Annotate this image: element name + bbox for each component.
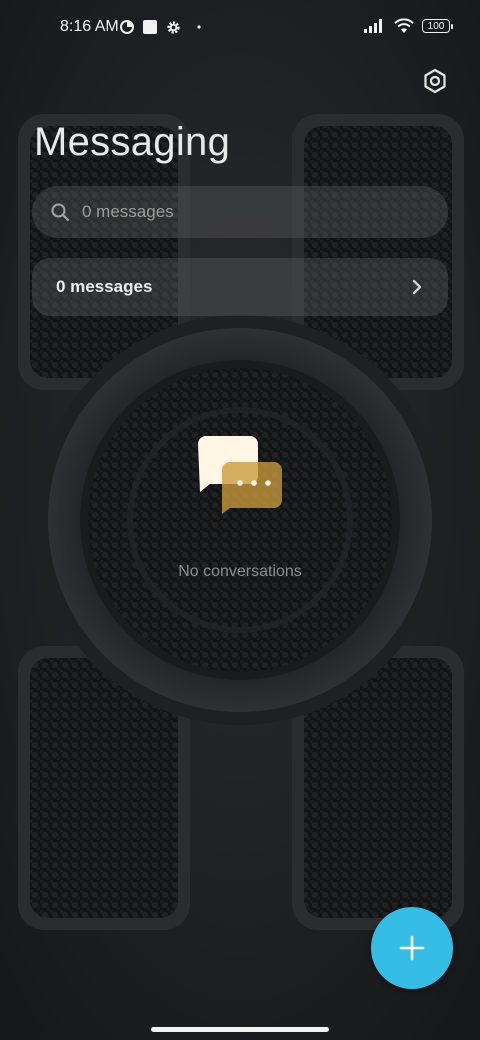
messages-row-label: 0 messages xyxy=(56,277,153,296)
signal-icon xyxy=(364,19,382,33)
data-saver-icon xyxy=(120,20,134,34)
home-indicator[interactable] xyxy=(151,1027,329,1032)
square-notification-icon xyxy=(143,20,157,34)
hexagon-settings-icon xyxy=(424,68,446,94)
wifi-icon xyxy=(394,18,414,33)
messages-row[interactable]: 0 messages xyxy=(32,258,448,316)
battery-level: 100 xyxy=(427,20,445,32)
new-conversation-button[interactable] xyxy=(371,907,453,989)
battery-icon: 100 xyxy=(422,19,453,33)
search-placeholder: 0 messages xyxy=(82,202,174,221)
dot-icon xyxy=(197,25,201,29)
status-time: 8:16 AM xyxy=(60,18,119,35)
status-right-icons: 100 xyxy=(364,18,453,34)
settings-button[interactable] xyxy=(422,68,448,94)
status-left-icons xyxy=(120,19,203,35)
gear-notification-icon xyxy=(167,20,180,34)
plus-icon xyxy=(399,935,425,961)
chevron-right-icon xyxy=(412,279,422,295)
page-title: Messaging xyxy=(34,120,231,164)
search-icon xyxy=(51,203,70,222)
empty-state-text: No conversations xyxy=(178,563,302,580)
chat-bubbles-icon xyxy=(198,436,282,514)
status-bar: 8:16 AM 100 xyxy=(0,0,480,56)
search-bar[interactable]: 0 messages xyxy=(32,186,448,238)
